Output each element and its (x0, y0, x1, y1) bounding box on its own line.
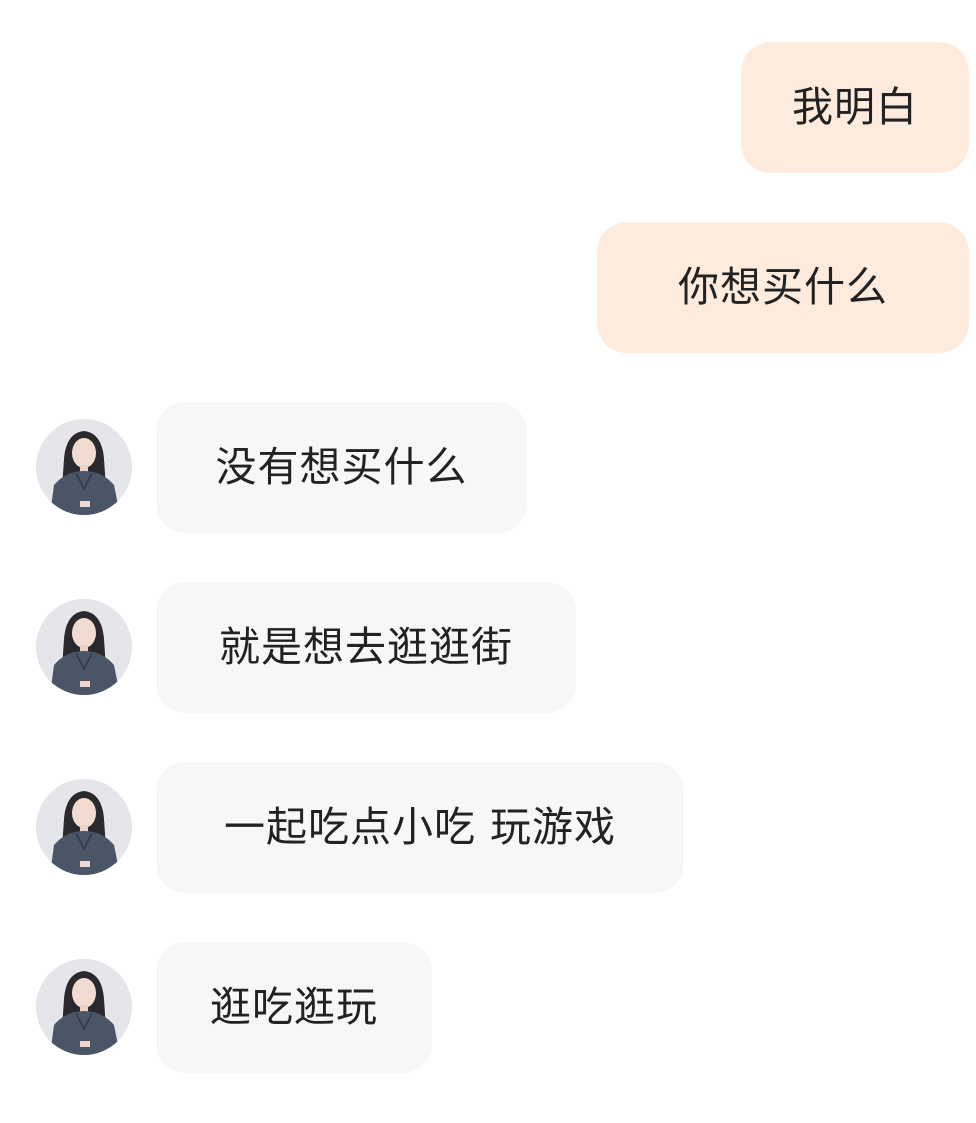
outgoing-message[interactable]: 你想买什么 (597, 222, 969, 353)
avatar-photo-icon (36, 419, 132, 515)
incoming-message[interactable]: 一起吃点小吃 玩游戏 (156, 762, 684, 893)
contact-avatar[interactable] (36, 959, 132, 1055)
message-text: 逛吃逛玩 (210, 983, 378, 1031)
message-text: 没有想买什么 (215, 443, 468, 491)
contact-avatar[interactable] (36, 599, 132, 695)
incoming-message[interactable]: 没有想买什么 (156, 402, 527, 533)
message-text: 就是想去逛逛街 (219, 623, 513, 671)
outgoing-message[interactable]: 我明白 (741, 42, 969, 173)
avatar-photo-icon (36, 779, 132, 875)
incoming-message[interactable]: 就是想去逛逛街 (156, 582, 576, 713)
incoming-message[interactable]: 逛吃逛玩 (156, 942, 432, 1073)
contact-avatar[interactable] (36, 779, 132, 875)
contact-avatar[interactable] (36, 419, 132, 515)
message-text: 我明白 (792, 83, 918, 131)
message-text: 一起吃点小吃 玩游戏 (223, 803, 617, 851)
message-text: 你想买什么 (678, 263, 888, 311)
avatar-photo-icon (36, 959, 132, 1055)
avatar-photo-icon (36, 599, 132, 695)
